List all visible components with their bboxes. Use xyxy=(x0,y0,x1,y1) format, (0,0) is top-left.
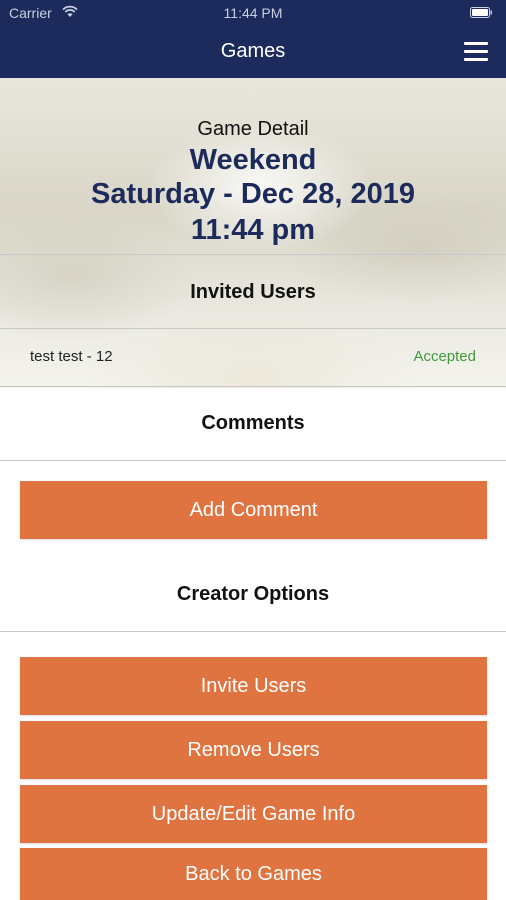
divider xyxy=(0,254,506,255)
creator-options-title: Creator Options xyxy=(176,583,330,605)
invite-users-button[interactable]: Invite Users xyxy=(20,657,487,715)
game-time: 11:44 pm xyxy=(190,214,316,246)
divider xyxy=(0,460,506,461)
divider xyxy=(0,386,506,387)
nav-bar: Carrier 11:44 PM Games xyxy=(0,0,506,78)
hamburger-menu-icon[interactable] xyxy=(464,42,488,61)
update-game-info-button[interactable]: Update/Edit Game Info xyxy=(20,785,487,843)
invited-users-title: Invited Users xyxy=(190,281,316,303)
back-to-games-button[interactable]: Back to Games xyxy=(20,848,487,900)
nav-title: Games xyxy=(220,40,286,62)
remove-users-button[interactable]: Remove Users xyxy=(20,721,487,779)
game-detail-heading: Game Detail xyxy=(197,118,309,140)
list-item[interactable]: test test - 12 Accepted xyxy=(0,330,506,386)
status-bar: Carrier 11:44 PM xyxy=(0,0,506,28)
divider xyxy=(0,328,506,329)
invite-status-badge: Accepted xyxy=(413,348,476,365)
comments-title: Comments xyxy=(201,412,305,434)
invited-user-name: test test - 12 xyxy=(30,348,113,365)
game-name: Weekend xyxy=(189,144,317,176)
game-date: Saturday - Dec 28, 2019 xyxy=(90,178,415,210)
add-comment-button[interactable]: Add Comment xyxy=(20,481,487,539)
battery-icon xyxy=(470,7,492,18)
status-time: 11:44 PM xyxy=(223,5,283,21)
divider xyxy=(0,631,506,632)
